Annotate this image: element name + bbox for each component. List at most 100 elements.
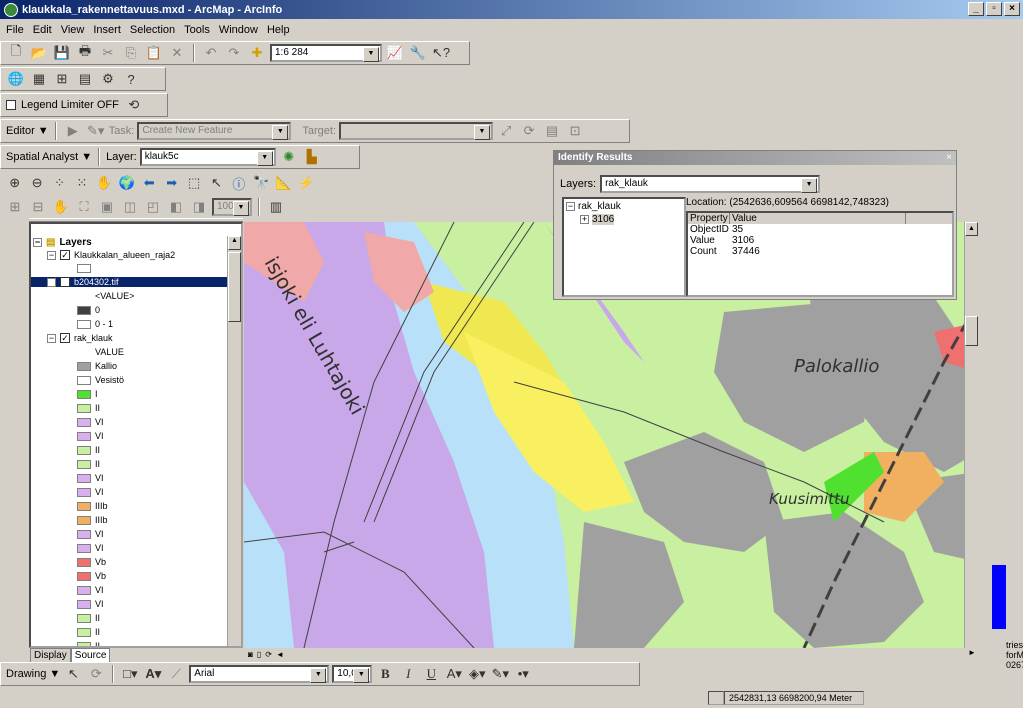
rectangle-icon[interactable]: □▾ [120, 664, 140, 684]
marker-color-icon[interactable]: •▾ [513, 664, 533, 684]
layer-checkbox[interactable]: ✓ [60, 333, 70, 343]
target-dropdown[interactable] [339, 122, 494, 140]
collapse-icon[interactable]: − [33, 238, 42, 247]
histogram-icon[interactable]: ▙ [302, 147, 322, 167]
fixed-zoom-in-layout-icon[interactable]: ◫ [120, 197, 140, 217]
menu-view[interactable]: View [61, 24, 85, 36]
map-scale-dropdown[interactable]: 1:6 284 [270, 44, 382, 62]
toc-layers-root[interactable]: − ▤ Layers [33, 237, 92, 248]
line-color-icon[interactable]: ✎▾ [490, 664, 510, 684]
menu-file[interactable]: File [6, 24, 24, 36]
italic-button[interactable]: I [398, 664, 418, 684]
hyperlink-icon[interactable]: ⚡ [296, 173, 315, 193]
rotate-tool-icon[interactable]: ⟳ [86, 664, 106, 684]
editor-menu[interactable]: Editor ▼ [6, 125, 49, 137]
undo-icon[interactable]: ↶ [201, 43, 221, 63]
pan-icon[interactable]: ✋ [95, 173, 114, 193]
scroll-up-icon[interactable]: ▲ [965, 222, 978, 236]
legend-limiter-checkbox[interactable] [6, 100, 16, 110]
properties-icon[interactable]: ⚙ [98, 69, 118, 89]
fixed-zoom-in-icon[interactable]: ⁘ [50, 173, 69, 193]
back-icon[interactable]: ⬅ [140, 173, 159, 193]
delete-icon[interactable]: ✕ [167, 43, 187, 63]
open-icon[interactable]: 📂 [29, 43, 49, 63]
text-tool-icon[interactable]: A▾ [143, 664, 163, 684]
zoom-100-icon[interactable]: ▣ [97, 197, 117, 217]
whats-this-icon[interactable]: ↖? [431, 43, 451, 63]
maximize-button[interactable]: ▫ [986, 2, 1002, 16]
layer-checkbox[interactable]: ✓ [60, 277, 70, 287]
edit-vertices-icon[interactable]: ⟋ [166, 664, 186, 684]
task-dropdown[interactable]: Create New Feature [137, 122, 292, 140]
full-extent-icon[interactable]: 🌍 [117, 173, 136, 193]
contour-icon[interactable]: ✺ [279, 147, 299, 167]
fill-color-icon[interactable]: ◈▾ [467, 664, 487, 684]
zoom-percent-dropdown[interactable]: 100% [212, 198, 252, 216]
help-icon[interactable]: ? [121, 69, 141, 89]
menu-help[interactable]: Help [267, 24, 290, 36]
table-icon[interactable]: ▤ [75, 69, 95, 89]
menu-edit[interactable]: Edit [33, 24, 52, 36]
drawing-menu[interactable]: Drawing ▼ [6, 668, 60, 680]
arctoolbox-icon[interactable]: 🔧 [408, 43, 428, 63]
layout-zoom-in-icon[interactable]: ⊞ [5, 197, 25, 217]
identify-layers-dropdown[interactable]: rak_klauk [600, 175, 821, 193]
toc-scrollbar[interactable]: ▲ [227, 236, 241, 646]
forward-icon[interactable]: ➡ [162, 173, 181, 193]
focus-data-frame-icon[interactable]: ▥ [266, 197, 286, 217]
font-size-dropdown[interactable]: 10,00 [332, 665, 373, 683]
measure-icon[interactable]: 📐 [274, 173, 293, 193]
globe-icon[interactable]: 🌐 [6, 69, 26, 89]
scroll-thumb[interactable] [965, 316, 978, 346]
save-icon[interactable]: 💾 [52, 43, 72, 63]
layout-pan-icon[interactable]: ✋ [51, 197, 71, 217]
select-elements-icon[interactable]: ↖ [207, 173, 226, 193]
font-dropdown[interactable]: Arial [189, 665, 330, 683]
scroll-up-icon[interactable]: ▲ [228, 236, 241, 250]
identify-close-icon[interactable]: × [946, 152, 952, 163]
font-color-icon[interactable]: A▾ [444, 664, 464, 684]
scroll-right-icon[interactable]: ► [966, 648, 978, 660]
table-row[interactable]: ObjectID 35 [688, 224, 952, 235]
tab-display[interactable]: Display [30, 648, 71, 663]
print-icon[interactable]: 🖶 [75, 43, 95, 63]
map-vscroll[interactable]: ▲ [964, 222, 978, 648]
edit-tool-icon[interactable]: ▶ [63, 121, 83, 141]
scroll-left-icon[interactable]: ◄ [276, 650, 284, 659]
next-extent-icon[interactable]: ◨ [189, 197, 209, 217]
table-row[interactable]: Value 3106 [688, 235, 952, 246]
select-features-icon[interactable]: ⬚ [184, 173, 203, 193]
layer-checkbox[interactable]: ✓ [60, 250, 70, 260]
menu-insert[interactable]: Insert [93, 24, 121, 36]
redo-icon[interactable]: ↷ [224, 43, 244, 63]
toc-layer-rak-klauk[interactable]: − ✓ rak_klauk [47, 333, 113, 343]
close-button[interactable]: × [1004, 2, 1020, 16]
tree-root[interactable]: − rak_klauk [564, 199, 684, 214]
catalog-icon[interactable]: ▦ [29, 69, 49, 89]
model-icon[interactable]: ⊞ [52, 69, 72, 89]
select-elements-tool-icon[interactable]: ↖ [63, 664, 83, 684]
refresh-icon[interactable]: ⟲ [124, 95, 144, 115]
underline-button[interactable]: U [421, 664, 441, 684]
paste-icon[interactable]: 📋 [144, 43, 164, 63]
toc-layer-raja[interactable]: − ✓ Klaukkalan_alueen_raja2 [47, 250, 175, 260]
cut-icon[interactable]: ✂ [98, 43, 118, 63]
scroll-thumb[interactable] [228, 252, 241, 322]
identify-icon[interactable]: ⓘ [229, 173, 248, 193]
toc-layer-b204302[interactable]: − ✓ b204302.tif [31, 277, 239, 287]
new-icon[interactable]: 🗋 [6, 43, 26, 63]
minimize-button[interactable]: _ [968, 2, 984, 16]
sketch-properties-icon[interactable]: ⊡ [565, 121, 585, 141]
copy-icon[interactable]: ⎘ [121, 43, 141, 63]
find-icon[interactable]: 🔭 [252, 173, 271, 193]
add-data-icon[interactable]: ✚ [247, 43, 267, 63]
zoom-in-icon[interactable]: ⊕ [5, 173, 24, 193]
rotate-icon[interactable]: ⟳ [519, 121, 539, 141]
refresh-view-icon[interactable]: ⟳ [265, 650, 272, 659]
layer-dropdown[interactable]: klauk5c [139, 148, 276, 166]
fixed-zoom-out-layout-icon[interactable]: ◰ [143, 197, 163, 217]
tab-source[interactable]: Source [70, 648, 111, 663]
layout-view-icon[interactable]: ▯ [257, 650, 261, 659]
menu-window[interactable]: Window [219, 24, 258, 36]
menu-selection[interactable]: Selection [130, 24, 175, 36]
